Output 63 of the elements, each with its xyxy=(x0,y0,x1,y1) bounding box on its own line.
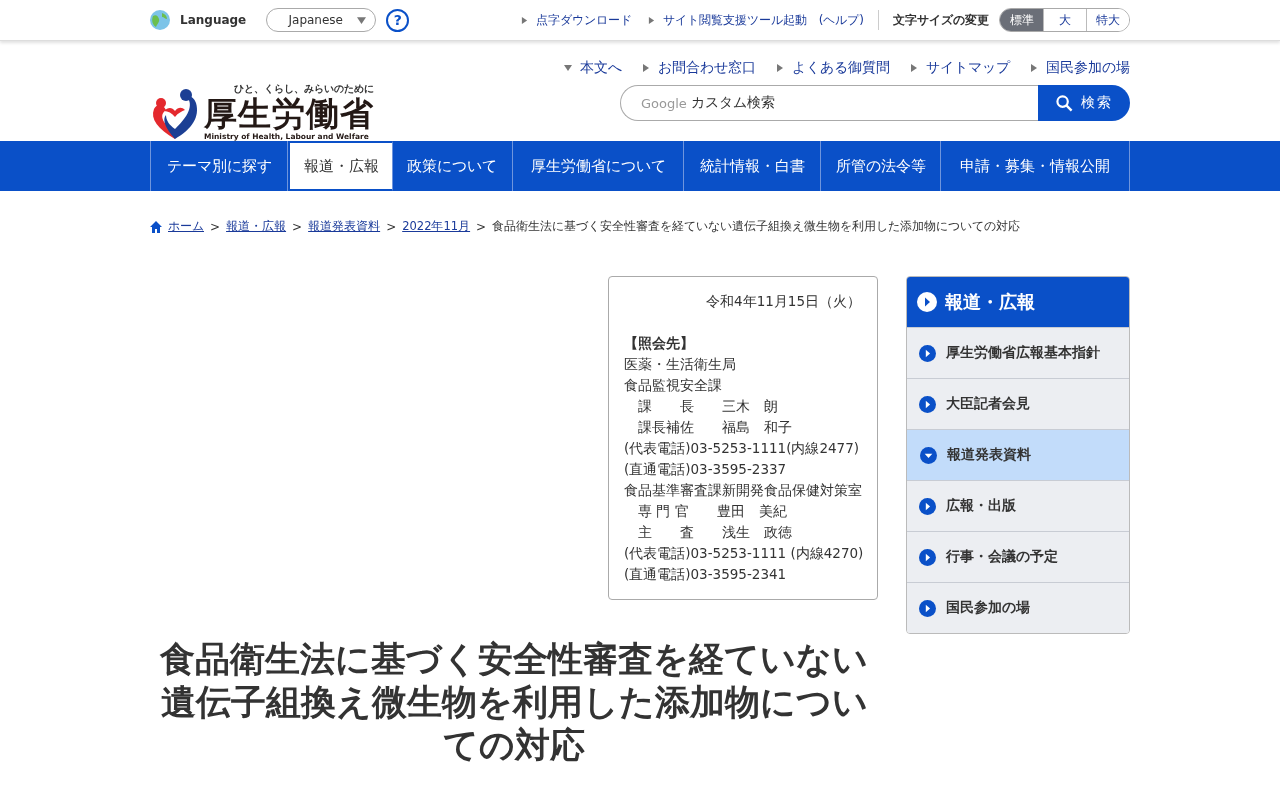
contact-line: (代表電話)03-5253-1111(内線2477) xyxy=(624,439,861,458)
header-link[interactable]: サイトマップ xyxy=(910,59,1010,77)
contact-line: 医薬・生活衛生局 xyxy=(624,355,737,374)
side-menu-heading: 報道・広報 xyxy=(945,290,1035,314)
contact-line: (直通電話)03-3595-2337 xyxy=(624,460,788,479)
breadcrumb-link[interactable]: ホーム xyxy=(168,219,204,234)
header-link[interactable]: よくある御質問 xyxy=(776,59,890,77)
utility-link[interactable]: サイト閲覧支援ツール起動 (ヘルプ) xyxy=(647,11,864,29)
globe-icon xyxy=(150,10,170,30)
caret-down-icon xyxy=(357,15,366,25)
caret-right-icon xyxy=(520,16,528,24)
contact-heading: 【照会先】 xyxy=(624,334,695,353)
header-link[interactable]: 国民参加の場 xyxy=(1030,59,1130,77)
caret-right-icon xyxy=(647,16,655,24)
caret-right-icon xyxy=(1030,64,1038,72)
breadcrumb-link[interactable]: 2022年11月 xyxy=(402,219,471,234)
breadcrumb-current: 食品衛生法に基づく安全性審査を経ていない遺伝子組換え微生物を利用した添加物についての対応 xyxy=(492,219,1021,234)
nav-tab[interactable]: 政策について xyxy=(392,141,513,191)
home-icon xyxy=(150,220,162,233)
contact-line: (直通電話)03-3595-2341 xyxy=(624,565,788,584)
side-menu-item[interactable]: 行事・会議の予定 xyxy=(907,531,1129,582)
side-menu-item[interactable]: 厚生労働省広報基本指針 xyxy=(907,327,1129,378)
nav-tab[interactable]: 統計情報・白書 xyxy=(684,141,822,191)
logo-name: 厚生労働省 xyxy=(204,96,374,132)
contact-line: (代表電話)03-5253-1111 (内線4270) xyxy=(624,544,865,563)
language-label: Language xyxy=(180,13,247,27)
font-size-label: 文字サイズの変更 xyxy=(893,11,989,29)
header-link[interactable]: 本文へ xyxy=(564,59,622,77)
contact-line: 専 門 官 豊田 美紀 xyxy=(637,502,788,521)
breadcrumb-link[interactable]: 報道発表資料 xyxy=(308,219,381,234)
breadcrumb-separator: > xyxy=(292,219,303,234)
side-menu-item[interactable]: 国民参加の場 xyxy=(907,582,1129,633)
logo-icon xyxy=(150,87,200,141)
contact-line: 主 査 浅生 政徳 xyxy=(637,523,793,542)
caret-down-icon xyxy=(564,64,572,72)
contact-line: 課長補佐 福島 和子 xyxy=(637,418,793,437)
caret-right-icon xyxy=(776,64,784,72)
release-date: 令和4年11月15日（火） xyxy=(705,292,862,311)
breadcrumb-separator: > xyxy=(386,219,397,234)
side-menu-item[interactable]: 報道発表資料 xyxy=(907,429,1129,480)
contact-line: 課 長 三木 朗 xyxy=(637,397,779,416)
contact-line: 食品監視安全課 xyxy=(624,376,723,395)
side-menu-item[interactable]: 広報・出版 xyxy=(907,480,1129,531)
breadcrumb-link[interactable]: 報道・広報 xyxy=(226,219,287,234)
breadcrumb-separator: > xyxy=(476,219,487,234)
help-button[interactable]: ? xyxy=(386,8,410,32)
nav-tab[interactable]: 所管の法令等 xyxy=(821,141,942,191)
side-menu-item[interactable]: 大臣記者会見 xyxy=(907,378,1129,429)
search-button[interactable]: 検索 xyxy=(1038,85,1130,121)
utility-link[interactable]: 点字ダウンロード xyxy=(520,11,632,29)
font-size-button[interactable]: 標準 xyxy=(1000,9,1043,31)
nav-tab[interactable]: 厚生労働省について xyxy=(512,141,685,191)
caret-right-icon xyxy=(642,64,650,72)
logo-tagline: ひと、くらし、みらいのために xyxy=(234,82,374,96)
contact-line: 食品基準審査課新開発食品保健対策室 xyxy=(624,481,863,500)
page-title: 食品衛生法に基づく安全性審査を経ていない遺伝子組換え微生物を利用した添加物についての対応 xyxy=(159,638,869,767)
nav-tab[interactable]: 申請・募集・情報公開 xyxy=(941,141,1130,191)
caret-right-icon xyxy=(910,64,918,72)
search-icon xyxy=(1055,94,1073,112)
breadcrumb-separator: > xyxy=(210,219,221,234)
nav-tab[interactable]: 報道・広報 xyxy=(288,141,393,191)
font-size-button[interactable]: 特大 xyxy=(1086,9,1129,31)
header-link[interactable]: お問合わせ窓口 xyxy=(642,59,756,77)
